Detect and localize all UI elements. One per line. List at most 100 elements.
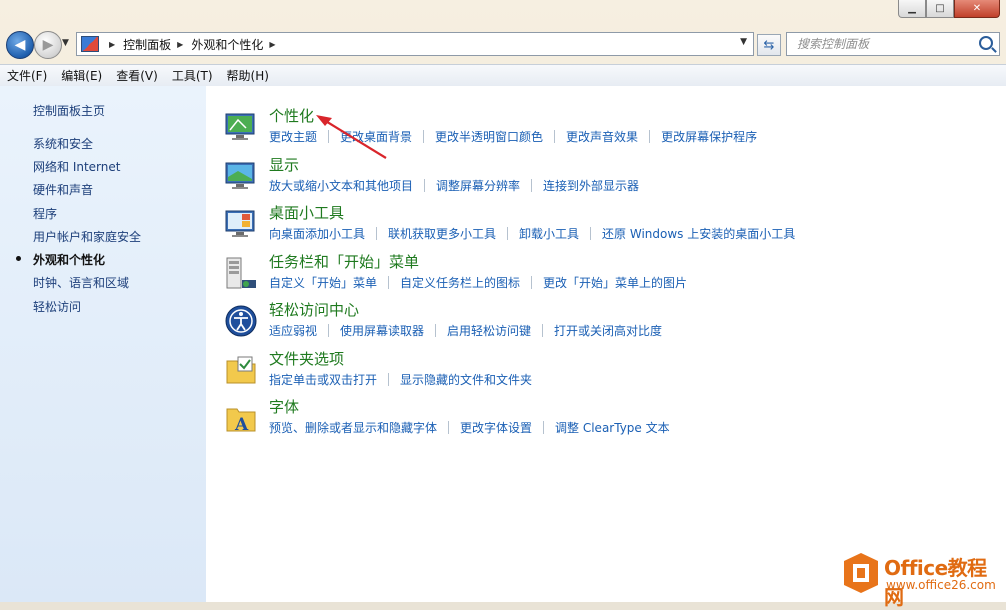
- category-links: 向桌面添加小工具 联机获取更多小工具 卸载小工具 还原 Windows 上安装的…: [269, 225, 795, 242]
- display-icon: [225, 162, 255, 189]
- arrow-left-icon: ◀: [14, 37, 26, 53]
- maximize-button[interactable]: □: [926, 0, 954, 18]
- link-divider: [448, 421, 450, 434]
- link-divider: [328, 324, 330, 337]
- link-divider: [507, 227, 509, 240]
- breadcrumb-item-control-panel[interactable]: 控制面板: [123, 36, 171, 53]
- link-divider: [424, 179, 426, 192]
- category-title-gadgets[interactable]: 桌面小工具: [269, 202, 344, 223]
- link-screen-reader[interactable]: 使用屏幕读取器: [340, 322, 424, 339]
- breadcrumb-item-appearance[interactable]: 外观和个性化: [191, 36, 263, 53]
- link-cleartype[interactable]: 调整 ClearType 文本: [555, 419, 670, 436]
- minimize-button[interactable]: ▁: [898, 0, 926, 18]
- link-uninstall-gadget[interactable]: 卸载小工具: [519, 225, 579, 242]
- arrow-right-icon: ▶: [42, 37, 54, 53]
- forward-button[interactable]: ▶: [34, 31, 62, 59]
- category-title-taskbar[interactable]: 任务栏和「开始」菜单: [269, 251, 419, 272]
- control-panel-icon: [81, 36, 99, 52]
- search-box[interactable]: [786, 32, 1000, 56]
- refresh-icon: ⇆: [763, 37, 775, 53]
- active-bullet-icon: [16, 256, 21, 261]
- link-low-vision[interactable]: 适应弱视: [269, 322, 317, 339]
- breadcrumb-separator-icon[interactable]: ▶: [269, 40, 275, 49]
- menu-bar: 文件(F) 编辑(E) 查看(V) 工具(T) 帮助(H): [0, 64, 1006, 87]
- personalization-icon: [225, 113, 255, 140]
- sidebar-item-home[interactable]: 控制面板主页: [33, 102, 105, 119]
- watermark: Office教程网 www.office26.com: [842, 550, 1002, 609]
- link-access-keys[interactable]: 启用轻松访问键: [447, 322, 531, 339]
- sidebar-item-network[interactable]: 网络和 Internet: [33, 158, 120, 175]
- link-change-start-picture[interactable]: 更改「开始」菜单上的图片: [543, 274, 687, 291]
- category-title-fonts[interactable]: 字体: [269, 396, 299, 417]
- link-divider: [649, 130, 651, 143]
- category-title-folder-options[interactable]: 文件夹选项: [269, 348, 344, 369]
- link-divider: [542, 324, 544, 337]
- link-divider: [590, 227, 592, 240]
- link-font-settings[interactable]: 更改字体设置: [460, 419, 532, 436]
- office-logo-icon: [844, 553, 878, 593]
- menu-edit[interactable]: 编辑(E): [54, 67, 109, 84]
- link-divider: [531, 179, 533, 192]
- category-title-personalization[interactable]: 个性化: [269, 105, 314, 126]
- watermark-url: www.office26.com: [886, 578, 996, 592]
- category-links: 预览、删除或者显示和隐藏字体 更改字体设置 调整 ClearType 文本: [269, 419, 670, 436]
- ease-of-access-icon: [225, 305, 257, 337]
- refresh-button[interactable]: ⇆: [757, 34, 781, 56]
- sidebar-item-clock-language[interactable]: 时钟、语言和区域: [33, 274, 129, 291]
- menu-help[interactable]: 帮助(H): [220, 67, 276, 84]
- link-divider: [531, 276, 533, 289]
- link-screen-resolution[interactable]: 调整屏幕分辨率: [436, 177, 520, 194]
- category-links: 放大或缩小文本和其他项目 调整屏幕分辨率 连接到外部显示器: [269, 177, 639, 194]
- link-click-options[interactable]: 指定单击或双击打开: [269, 371, 377, 388]
- link-change-screensaver[interactable]: 更改屏幕保护程序: [661, 128, 757, 145]
- annotation-arrow-icon: [316, 115, 387, 159]
- history-dropdown-icon[interactable]: ▼: [62, 38, 69, 48]
- address-dropdown-icon[interactable]: ▼: [740, 37, 747, 47]
- gadgets-icon: [225, 210, 255, 237]
- link-divider: [435, 324, 437, 337]
- link-divider: [554, 130, 556, 143]
- link-preview-fonts[interactable]: 预览、删除或者显示和隐藏字体: [269, 419, 437, 436]
- link-divider: [423, 130, 425, 143]
- address-bar[interactable]: ▶ 控制面板 ▶ 外观和个性化 ▶ ▼: [76, 32, 754, 56]
- category-links: 适应弱视 使用屏幕读取器 启用轻松访问键 打开或关闭高对比度: [269, 322, 662, 339]
- link-change-sounds[interactable]: 更改声音效果: [566, 128, 638, 145]
- link-divider: [376, 227, 378, 240]
- menu-view[interactable]: 查看(V): [109, 67, 165, 84]
- link-restore-gadgets[interactable]: 还原 Windows 上安装的桌面小工具: [602, 225, 795, 242]
- link-text-size[interactable]: 放大或缩小文本和其他项目: [269, 177, 413, 194]
- link-get-more-gadgets[interactable]: 联机获取更多小工具: [388, 225, 496, 242]
- sidebar-item-appearance[interactable]: 外观和个性化: [33, 251, 105, 268]
- sidebar-item-system-security[interactable]: 系统和安全: [33, 135, 93, 152]
- control-panel-window: ▁ □ ✕ ◀ ▶ ▼ ▶ 控制面板 ▶ 外观和个性化 ▶ ▼ ⇆ 文件(F) …: [0, 0, 1006, 609]
- link-external-display[interactable]: 连接到外部显示器: [543, 177, 639, 194]
- link-divider: [388, 373, 390, 386]
- menu-file[interactable]: 文件(F): [0, 67, 54, 84]
- close-button[interactable]: ✕: [954, 0, 1000, 18]
- breadcrumb-separator-icon[interactable]: ▶: [177, 40, 183, 49]
- sidebar-item-ease-of-access[interactable]: 轻松访问: [33, 298, 81, 315]
- svg-text:A: A: [234, 415, 249, 435]
- fonts-icon: A: [226, 408, 256, 435]
- sidebar-item-programs[interactable]: 程序: [33, 205, 57, 222]
- link-customize-start-menu[interactable]: 自定义「开始」菜单: [269, 274, 377, 291]
- search-icon[interactable]: [979, 36, 993, 50]
- category-title-display[interactable]: 显示: [269, 154, 299, 175]
- navigation-bar: ◀ ▶ ▼ ▶ 控制面板 ▶ 外观和个性化 ▶ ▼ ⇆: [0, 28, 1006, 60]
- category-title-ease-of-access[interactable]: 轻松访问中心: [269, 299, 359, 320]
- back-button[interactable]: ◀: [6, 31, 34, 59]
- link-high-contrast[interactable]: 打开或关闭高对比度: [554, 322, 662, 339]
- sidebar-item-user-accounts[interactable]: 用户帐户和家庭安全: [33, 228, 141, 245]
- link-change-window-color[interactable]: 更改半透明窗口颜色: [435, 128, 543, 145]
- link-divider: [543, 421, 545, 434]
- search-input[interactable]: [795, 36, 979, 52]
- link-customize-taskbar-icons[interactable]: 自定义任务栏上的图标: [400, 274, 520, 291]
- category-links: 指定单击或双击打开 显示隐藏的文件和文件夹: [269, 371, 532, 388]
- breadcrumb-separator-icon[interactable]: ▶: [109, 40, 115, 49]
- menu-tools[interactable]: 工具(T): [165, 67, 220, 84]
- window-caption-buttons: ▁ □ ✕: [898, 0, 1000, 18]
- link-show-hidden-files[interactable]: 显示隐藏的文件和文件夹: [400, 371, 532, 388]
- link-divider: [388, 276, 390, 289]
- link-add-gadgets[interactable]: 向桌面添加小工具: [269, 225, 365, 242]
- sidebar-item-hardware-sound[interactable]: 硬件和声音: [33, 181, 93, 198]
